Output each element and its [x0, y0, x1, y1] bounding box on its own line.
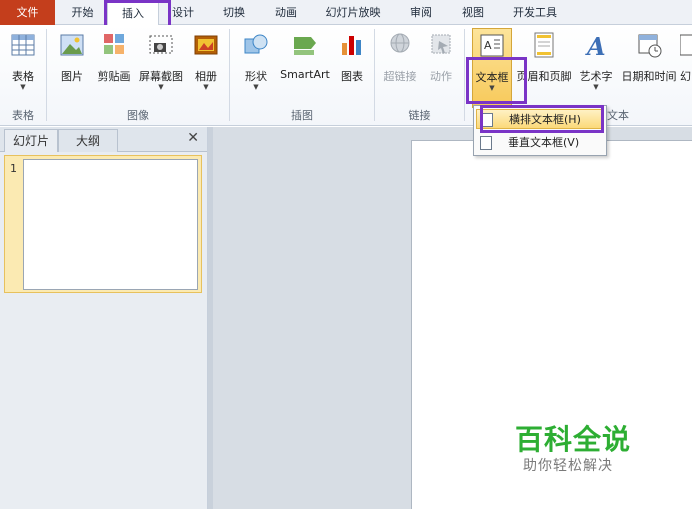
chart-button[interactable]: 图表: [336, 28, 368, 108]
table-button-label: 表格: [12, 70, 34, 83]
chevron-down-icon: ▼: [593, 83, 599, 91]
header-footer-button[interactable]: 页眉和页脚: [514, 28, 574, 108]
photo-album-button-label: 相册: [195, 70, 217, 83]
tab-home[interactable]: 开始: [60, 0, 105, 25]
screenshot-button[interactable]: 屏幕截图 ▼: [136, 28, 186, 108]
screenshot-button-label: 屏幕截图: [139, 70, 183, 83]
group-label-images: 图像: [127, 109, 149, 122]
date-time-icon: [638, 34, 662, 58]
hyperlink-button-label: 超链接: [383, 70, 417, 83]
picture-button[interactable]: 图片: [55, 28, 89, 108]
clipart-button[interactable]: 剪贴画: [94, 28, 134, 108]
tab-developer[interactable]: 开发工具: [504, 0, 566, 25]
slide-number-icon: [680, 34, 692, 56]
smartart-icon: [294, 37, 316, 55]
watermark-subtitle: 助你轻松解决: [523, 458, 613, 474]
photo-album-icon: [194, 35, 218, 55]
table-icon: [11, 34, 35, 56]
header-footer-icon: [534, 32, 554, 58]
menu-item-vertical-textbox[interactable]: 垂直文本框(V): [476, 133, 604, 153]
wordart-icon: A: [585, 32, 606, 59]
menu-item-label: 横排文本框(H): [509, 113, 581, 126]
wordart-button[interactable]: A 艺术字 ▼: [576, 28, 616, 108]
clipart-button-label: 剪贴画: [97, 70, 131, 83]
screenshot-icon: [149, 35, 173, 54]
textbox-button[interactable]: A 文本框 ▼: [472, 28, 512, 108]
vertical-textbox-icon: [480, 136, 492, 150]
ribbon-tab-bar: 文件 开始 插入 设计 切换 动画 幻灯片放映 审阅 视图 开发工具: [0, 0, 692, 26]
textbox-button-label: 文本框: [475, 71, 509, 84]
picture-icon: [60, 34, 84, 56]
tab-outline[interactable]: 大纲: [58, 129, 118, 152]
tab-insert[interactable]: 插入: [107, 0, 159, 26]
tab-slides[interactable]: 幻灯片: [4, 129, 58, 152]
slides-pane: 幻灯片 大纲 ✕ 1: [0, 127, 208, 509]
close-icon[interactable]: ✕: [187, 130, 199, 146]
svg-text:A: A: [484, 39, 492, 52]
chevron-down-icon: ▼: [253, 83, 259, 91]
slide-thumbnail-item[interactable]: 1: [4, 155, 202, 293]
wordart-button-label: 艺术字: [579, 70, 613, 83]
photo-album-button[interactable]: 相册 ▼: [189, 28, 223, 108]
chevron-down-icon: ▼: [158, 83, 164, 91]
menu-item-label: 垂直文本框(V): [508, 136, 580, 149]
hyperlink-button[interactable]: 超链接: [380, 28, 420, 108]
group-label-illustrations: 插图: [291, 109, 313, 122]
slide-number-button[interactable]: 幻: [680, 28, 692, 108]
chart-button-label: 图表: [341, 70, 363, 83]
date-time-button[interactable]: 日期和时间: [618, 28, 680, 108]
picture-button-label: 图片: [61, 70, 83, 83]
tab-view[interactable]: 视图: [452, 0, 494, 25]
menu-item-horizontal-textbox[interactable]: 横排文本框(H): [476, 109, 604, 129]
textbox-dropdown-menu: 横排文本框(H) 垂直文本框(V): [473, 105, 607, 156]
tab-file[interactable]: 文件: [0, 0, 55, 25]
shapes-button[interactable]: 形状 ▼: [239, 28, 273, 108]
shapes-icon: [244, 34, 268, 54]
tab-review[interactable]: 审阅: [400, 0, 442, 25]
slide-thumbnail[interactable]: [23, 159, 198, 290]
svg-text:A: A: [585, 32, 606, 59]
slide-number-button-label: 幻: [680, 70, 691, 83]
smartart-button[interactable]: SmartArt: [277, 28, 333, 108]
smartart-button-label: SmartArt: [280, 68, 330, 81]
chevron-down-icon: ▼: [489, 84, 495, 92]
action-icon: [431, 34, 451, 54]
pane-tab-strip: 幻灯片 大纲 ✕: [0, 127, 207, 152]
hyperlink-icon: [390, 33, 410, 53]
group-label-links: 链接: [408, 109, 431, 122]
chevron-down-icon: ▼: [20, 83, 26, 91]
header-footer-button-label: 页眉和页脚: [516, 70, 572, 83]
tab-design[interactable]: 设计: [163, 0, 203, 25]
chart-icon: [342, 36, 361, 55]
slide-number: 1: [10, 162, 17, 175]
group-separator: [464, 29, 465, 121]
table-button[interactable]: 表格 ▼: [5, 28, 41, 108]
tab-transitions[interactable]: 切换: [213, 0, 255, 25]
textbox-icon: A: [480, 34, 504, 57]
watermark-title: 百科全说: [515, 423, 632, 456]
tab-animations[interactable]: 动画: [265, 0, 307, 25]
horizontal-textbox-icon: [481, 113, 493, 127]
shapes-button-label: 形状: [245, 70, 267, 83]
group-label-tables: 表格: [12, 109, 34, 122]
clipart-icon: [104, 34, 124, 54]
action-button[interactable]: 动作: [424, 28, 458, 108]
tab-slideshow[interactable]: 幻灯片放映: [317, 0, 389, 25]
date-time-button-label: 日期和时间: [621, 70, 677, 83]
chevron-down-icon: ▼: [203, 83, 209, 91]
action-button-label: 动作: [430, 70, 452, 83]
